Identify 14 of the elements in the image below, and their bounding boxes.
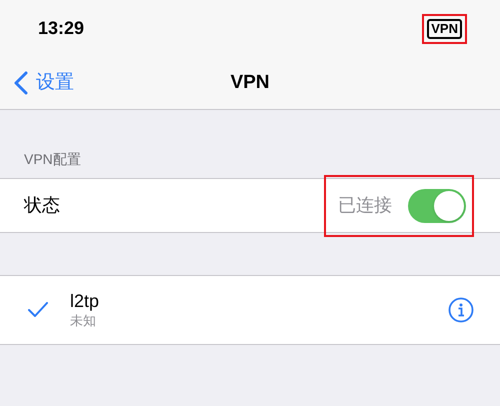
back-button[interactable]: 设置 [14, 68, 74, 98]
page-title: VPN [230, 70, 270, 95]
status-time: 13:29 [38, 17, 84, 40]
vpn-toggle[interactable] [408, 188, 466, 222]
section-header: VPN配置 [24, 150, 81, 169]
configuration-status: 未知 [70, 312, 97, 330]
info-icon[interactable] [448, 297, 474, 323]
checkmark-icon [28, 302, 48, 318]
vpn-configuration-row[interactable]: l2tp 未知 [0, 276, 500, 344]
configuration-name: l2tp [70, 290, 100, 312]
back-chevron-icon [14, 71, 28, 96]
vpn-badge: VPN [427, 18, 462, 39]
connection-status: 已连接 [338, 194, 392, 217]
status-label: 状态 [24, 194, 60, 217]
